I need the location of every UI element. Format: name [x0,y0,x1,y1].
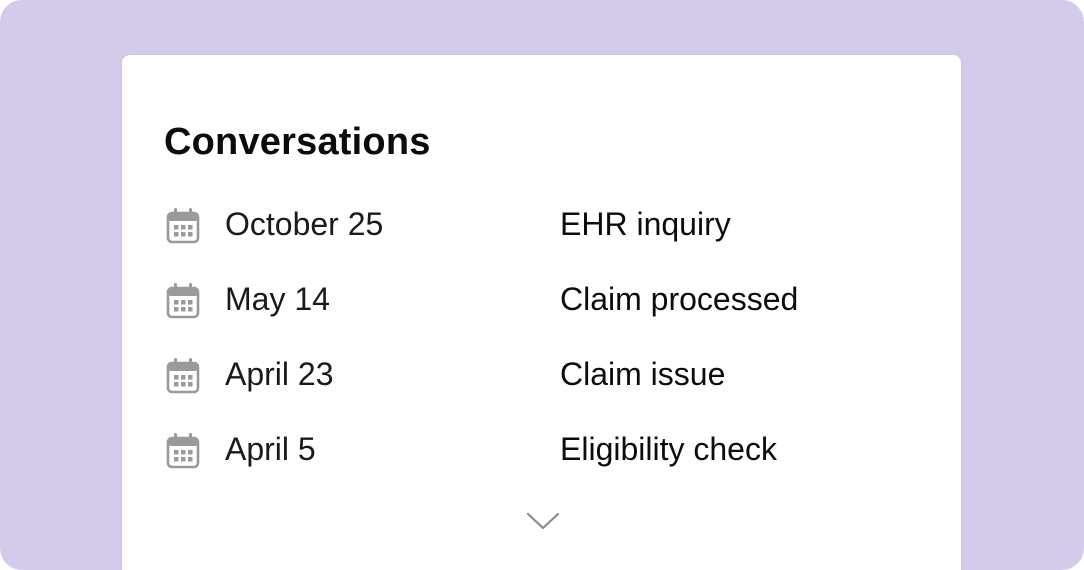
conversation-date: May 14 [225,281,330,317]
calendar-icon [166,358,200,394]
conversation-date: October 25 [225,206,384,242]
conversation-row[interactable]: October 25 EHR inquiry [164,189,924,264]
conversation-date: April 23 [225,356,334,392]
conversation-topic: Claim processed [560,281,799,317]
chevron-down-icon[interactable] [525,509,561,533]
calendar-icon [166,283,200,319]
calendar-icon [166,433,200,469]
conversations-card: Conversations October 25 EHR inquiry May… [122,55,961,570]
conversation-row[interactable]: April 5 Eligibility check [164,414,924,489]
conversation-topic: EHR inquiry [560,206,731,242]
conversation-row[interactable]: April 23 Claim issue [164,339,924,414]
page-background: Conversations October 25 EHR inquiry May… [0,0,1084,570]
conversation-row[interactable]: May 14 Claim processed [164,264,924,339]
conversation-date: April 5 [225,431,316,467]
card-title: Conversations [164,121,431,163]
conversation-topic: Eligibility check [560,431,777,467]
conversation-list: October 25 EHR inquiry May 14 Claim proc… [164,189,924,489]
calendar-icon [166,208,200,244]
conversation-topic: Claim issue [560,356,726,392]
